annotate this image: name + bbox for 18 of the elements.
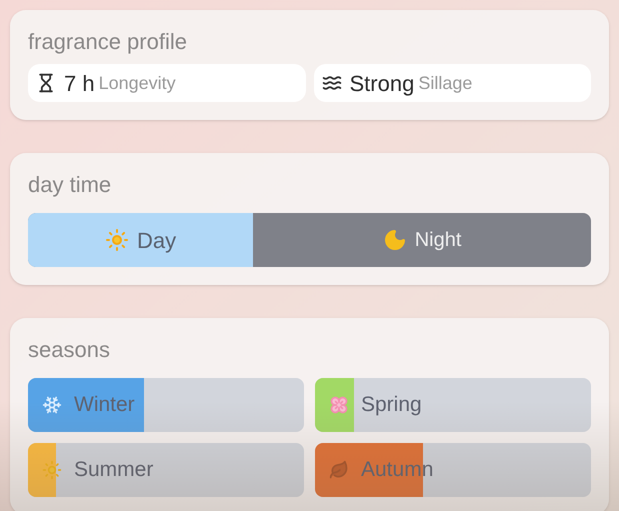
stat-label: Sillage [418,72,472,95]
segment-label: Night [414,228,462,253]
stat-label: Longevity [98,72,176,95]
section-title: day time [28,171,112,199]
season-label: Summer [74,457,154,484]
sun-icon [105,228,130,252]
season-label: Spring [361,392,422,418]
flower-icon [329,395,349,415]
moon-icon [382,228,407,252]
stat-value: 7 h [64,70,95,98]
snowflake-icon [42,395,62,415]
section-title: seasons [28,336,111,364]
season-label: Winter [74,392,135,418]
segment-label: Day [137,226,176,255]
leaf-icon [329,460,349,480]
sun-icon [42,460,62,480]
section-title: fragrance profile [28,28,188,56]
stat-value: Strong [350,70,414,98]
